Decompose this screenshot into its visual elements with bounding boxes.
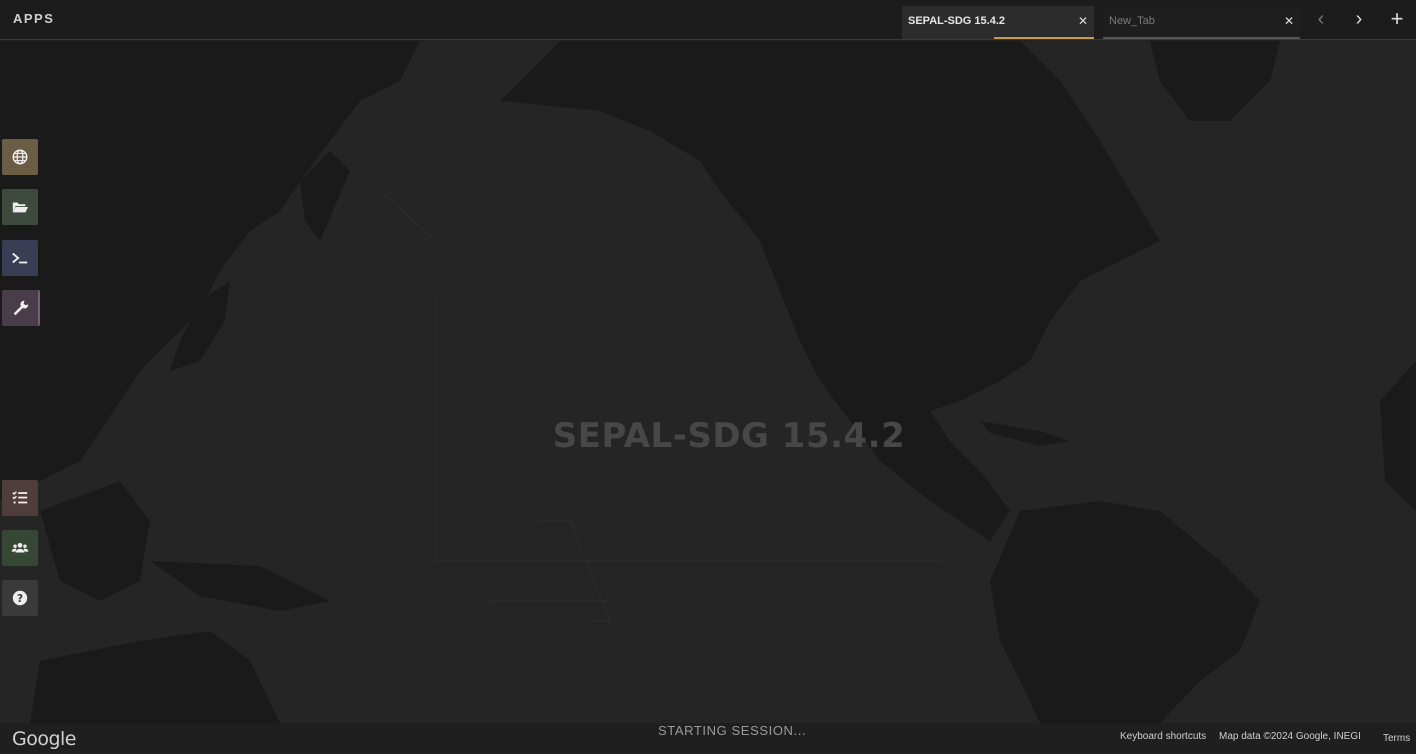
users-button[interactable]	[2, 530, 38, 566]
footer-bar: Google STARTING SESSION... Keyboard shor…	[0, 723, 1416, 754]
tools-button[interactable]	[2, 290, 40, 326]
browse-button[interactable]	[2, 189, 38, 225]
map-landmass	[0, 41, 1416, 723]
users-icon	[11, 542, 29, 553]
map-canvas[interactable]: SEPAL-SDG 15.4.2	[0, 41, 1416, 723]
close-icon[interactable]: ✕	[1078, 14, 1088, 28]
top-bar: APPS SEPAL-SDG 15.4.2 ✕ New_Tab ✕ ‹ › +	[0, 0, 1416, 40]
google-logo: Google	[12, 728, 77, 750]
tab-label: SEPAL-SDG 15.4.2	[908, 15, 1005, 27]
folder-open-icon	[12, 202, 29, 213]
tab-sepal-sdg[interactable]: SEPAL-SDG 15.4.2 ✕	[902, 6, 1094, 39]
chevron-left-icon[interactable]: ‹	[1308, 6, 1334, 32]
tasks-icon	[12, 491, 28, 504]
chevron-right-icon[interactable]: ›	[1346, 6, 1372, 32]
globe-icon	[12, 149, 28, 165]
globe-button[interactable]	[2, 139, 38, 175]
app-title: APPS	[13, 11, 55, 26]
wrench-icon	[13, 300, 29, 316]
tab-label: New_Tab	[1109, 15, 1155, 27]
svg-text:?: ?	[17, 592, 23, 605]
tab-indicator	[994, 37, 1094, 39]
map-watermark: SEPAL-SDG 15.4.2	[552, 416, 906, 456]
status-text: STARTING SESSION...	[658, 723, 807, 738]
help-button[interactable]: ?	[2, 580, 38, 616]
close-icon[interactable]: ✕	[1284, 14, 1294, 28]
terms-link[interactable]: Terms	[1383, 733, 1410, 744]
terminal-button[interactable]	[2, 240, 38, 276]
map-data-attribution: Map data ©2024 Google, INEGI	[1219, 731, 1361, 742]
tab-new-tab[interactable]: New_Tab ✕	[1103, 6, 1300, 39]
tasks-button[interactable]	[2, 480, 38, 516]
terminal-icon	[12, 252, 28, 264]
tab-indicator	[1103, 37, 1300, 39]
help-icon: ?	[12, 590, 28, 606]
keyboard-shortcuts-link[interactable]: Keyboard shortcuts	[1120, 731, 1206, 742]
add-tab-icon[interactable]: +	[1384, 6, 1410, 32]
